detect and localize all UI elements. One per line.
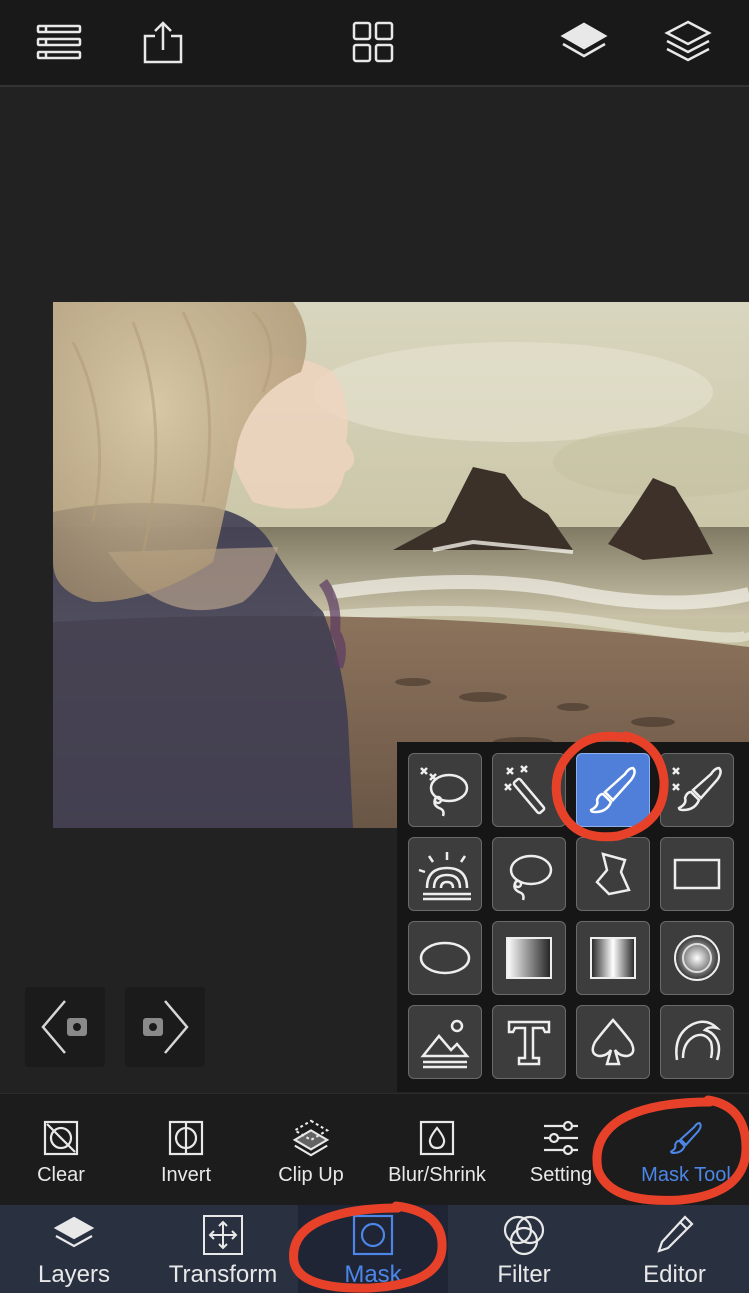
pencil-icon [652, 1213, 698, 1257]
spade-shape-tool[interactable] [576, 1005, 650, 1079]
text-icon [507, 1020, 551, 1066]
invert-icon [166, 1118, 206, 1158]
setting-button[interactable]: Setting [515, 1094, 607, 1206]
lasso-tool[interactable] [492, 837, 566, 911]
ellipse-icon [419, 941, 471, 975]
clip-up-label: Clip Up [278, 1164, 344, 1186]
clear-icon [41, 1118, 81, 1158]
sunrise-tool[interactable] [408, 837, 482, 911]
blur-shrink-icon [417, 1118, 457, 1158]
landscape-tool[interactable] [408, 1005, 482, 1079]
mask-toolbar: Clear Invert Clip Up Blur/Shrink Setting [0, 1093, 749, 1206]
linear-gradient-tool[interactable] [492, 921, 566, 995]
auto-brush-tool[interactable] [660, 753, 734, 827]
layers-stack-icon[interactable] [660, 14, 716, 70]
clear-label: Clear [37, 1164, 85, 1186]
radial-gradient-icon [674, 935, 720, 981]
mirrored-gradient-icon [590, 937, 636, 979]
sunrise-icon [418, 852, 471, 901]
lasso-icon [509, 854, 553, 901]
auto-lasso-icon [420, 767, 469, 817]
previous-layer-button[interactable] [25, 987, 105, 1067]
tab-filter[interactable]: Filter [448, 1205, 600, 1293]
tab-editor[interactable]: Editor [600, 1205, 749, 1293]
auto-brush-icon [672, 766, 722, 812]
clip-up-button[interactable]: Clip Up [265, 1094, 357, 1206]
mask-tool-button[interactable]: Mask Tool [630, 1094, 742, 1206]
invert-button[interactable]: Invert [145, 1094, 227, 1206]
mirrored-gradient-tool[interactable] [576, 921, 650, 995]
layers-icon [51, 1213, 97, 1257]
rectangle-icon [673, 858, 721, 890]
app-window: Clear Invert Clip Up Blur/Shrink Setting [0, 0, 749, 1293]
tab-mask-label: Mask [344, 1261, 402, 1288]
linear-gradient-icon [506, 937, 552, 979]
hair-icon [675, 1020, 722, 1061]
tab-mask[interactable]: Mask [298, 1205, 448, 1293]
tab-layers[interactable]: Layers [0, 1205, 148, 1293]
brush-icon [666, 1118, 706, 1158]
blur-shrink-label: Blur/Shrink [388, 1164, 486, 1186]
spade-icon [591, 1018, 635, 1066]
grid-icon[interactable] [345, 14, 401, 70]
auto-lasso-tool[interactable] [408, 753, 482, 827]
share-icon[interactable] [135, 14, 191, 70]
brush-icon [589, 766, 636, 814]
filter-icon [501, 1213, 547, 1257]
blur-shrink-button[interactable]: Blur/Shrink [378, 1094, 496, 1206]
brush-tool[interactable] [576, 753, 650, 827]
radial-gradient-tool[interactable] [660, 921, 734, 995]
hair-tool[interactable] [660, 1005, 734, 1079]
clip-up-icon [291, 1118, 331, 1158]
mask-tool-panel [397, 742, 749, 1092]
mask-tool-label: Mask Tool [641, 1164, 731, 1186]
mask-icon [350, 1213, 396, 1257]
sliders-icon [541, 1118, 581, 1158]
invert-label: Invert [160, 1164, 212, 1186]
landscape-icon [420, 1019, 470, 1069]
setting-label: Setting [529, 1164, 593, 1186]
tab-transform[interactable]: Transform [148, 1205, 298, 1293]
text-tool[interactable] [492, 1005, 566, 1079]
tab-editor-label: Editor [643, 1261, 706, 1288]
next-layer-button[interactable] [125, 987, 205, 1067]
magic-wand-icon [504, 765, 546, 815]
tab-transform-label: Transform [168, 1261, 278, 1288]
magic-wand-tool[interactable] [492, 753, 566, 827]
clear-button[interactable]: Clear [20, 1094, 102, 1206]
ellipse-tool[interactable] [408, 921, 482, 995]
list-icon[interactable] [31, 14, 87, 70]
top-toolbar [0, 0, 749, 87]
bottom-tab-bar: Layers Transform Mask Filter Editor [0, 1205, 749, 1293]
transform-icon [200, 1213, 246, 1257]
layers-single-icon[interactable] [556, 14, 612, 70]
rectangle-tool[interactable] [660, 837, 734, 911]
polygon-lasso-icon [595, 852, 631, 896]
polygon-lasso-tool[interactable] [576, 837, 650, 911]
tab-layers-label: Layers [37, 1261, 111, 1288]
tab-filter-label: Filter [497, 1261, 551, 1288]
